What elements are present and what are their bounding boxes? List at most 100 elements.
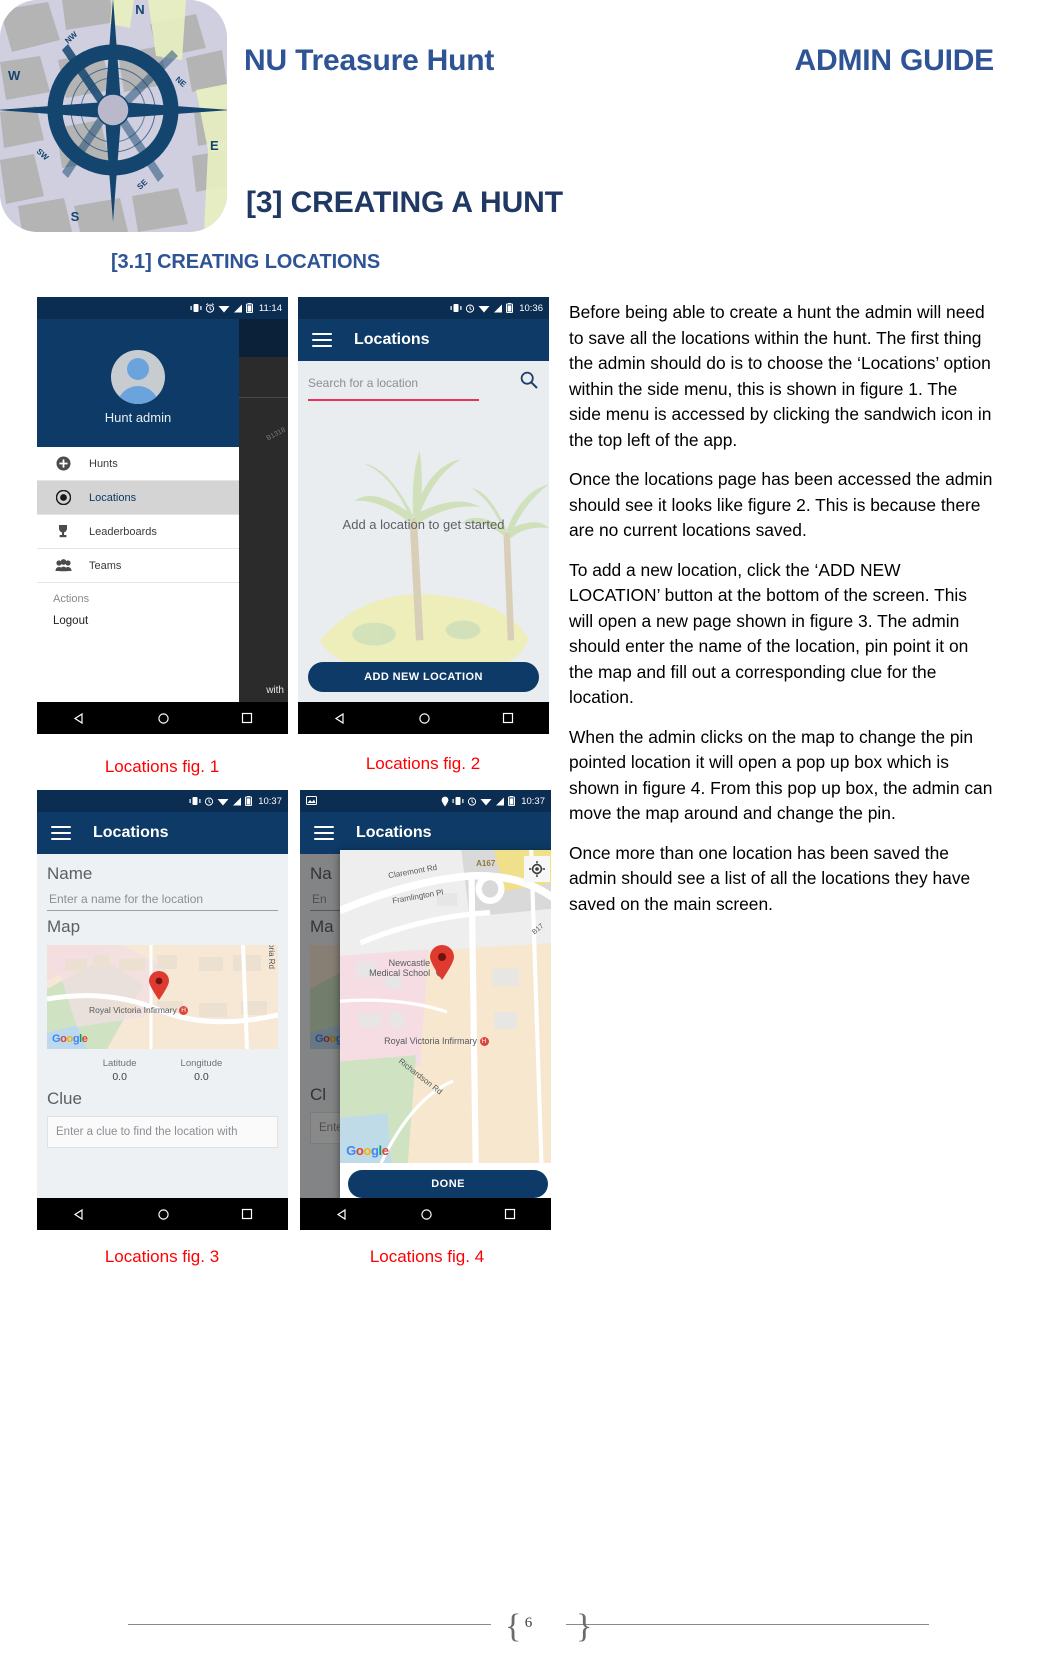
status-clock: 11:14	[258, 302, 282, 314]
figure-2-screenshot: 10:36 Locations Search for a location Ad…	[298, 297, 549, 734]
back-icon[interactable]	[334, 712, 347, 725]
vibrate-icon	[190, 304, 202, 312]
drawer-menu-list: Hunts Locations Leaderboards Teams Actio…	[37, 447, 239, 627]
status-icons	[450, 303, 514, 313]
status-icons	[190, 303, 253, 313]
map-label-a167: A167	[476, 859, 496, 868]
recents-icon[interactable]	[241, 1208, 253, 1220]
hamburger-menu-icon[interactable]	[314, 826, 334, 840]
drawer-user-name: Hunt admin	[104, 409, 172, 425]
page-number: 6	[524, 1615, 533, 1631]
figure-4-screenshot: 10:37 Locations Na En Ma Google	[300, 790, 551, 1230]
sidebar-item-teams[interactable]: Teams	[37, 549, 239, 583]
figure-1-caption: Locations fig. 1	[104, 757, 220, 776]
home-icon[interactable]	[418, 712, 431, 725]
empty-state-message: Add a location to get started	[342, 517, 505, 532]
sidebar-item-label: Hunts	[89, 457, 118, 470]
home-icon[interactable]	[157, 712, 170, 725]
location-pin-icon	[441, 796, 449, 806]
search-row: Search for a location	[298, 361, 549, 401]
latitude-cell: Latitude 0.0	[103, 1058, 137, 1083]
back-icon[interactable]	[73, 712, 86, 725]
status-bar: 10:37	[37, 790, 288, 812]
map-picker-dialog: Claremont Rd A167 Framlington Pl B17 New…	[340, 850, 551, 1206]
sidebar-item-hunts[interactable]: Hunts	[37, 447, 239, 481]
search-input[interactable]: Search for a location	[308, 370, 539, 395]
sidebar-item-label: Locations	[89, 491, 137, 504]
figure-1-screenshot: B1318 with 11:14 Hunt admin Hunts Locati…	[37, 297, 288, 734]
map-thumbnail[interactable]: Royal Victoria Infirmary H Queen Victori…	[47, 945, 278, 1049]
plus-circle-icon	[37, 456, 89, 471]
my-location-icon[interactable]	[524, 856, 551, 882]
name-input[interactable]: Enter a name for the location	[47, 884, 278, 911]
hamburger-menu-icon[interactable]	[312, 333, 332, 347]
google-logo: Google	[52, 1033, 88, 1045]
home-icon[interactable]	[420, 1208, 433, 1221]
alarm-icon	[466, 304, 475, 313]
location-form: Name Enter a name for the location Map R…	[37, 854, 288, 1230]
page-footer: { } 6	[0, 1605, 1057, 1645]
app-bar-title: Locations	[354, 331, 430, 348]
map-pin-icon	[430, 945, 455, 980]
paragraph-4: When the admin clicks on the map to chan…	[569, 726, 993, 824]
battery-icon	[506, 303, 514, 313]
name-field-label: Name	[47, 864, 93, 883]
status-clock: 10:36	[519, 302, 543, 314]
coordinates-row: Latitude 0.0 Longitude 0.0	[47, 1058, 278, 1083]
signal-icon	[233, 797, 242, 805]
sidebar-item-label: Teams	[89, 559, 122, 572]
hospital-icon: H	[179, 1006, 189, 1016]
clue-field-label: Clue	[47, 1089, 82, 1108]
map-field-label: Map	[47, 917, 81, 936]
recents-icon[interactable]	[502, 712, 514, 724]
recents-icon[interactable]	[504, 1208, 516, 1220]
paragraph-2: Once the locations page has been accesse…	[569, 469, 993, 540]
battery-icon	[245, 303, 253, 313]
figure-4-caption: Locations fig. 4	[369, 1247, 485, 1266]
navigation-drawer: Hunt admin Hunts Locations Leaderboards …	[37, 319, 239, 702]
recents-icon[interactable]	[241, 712, 253, 724]
logout-button[interactable]: Logout	[37, 609, 239, 627]
search-placeholder: Search for a location	[308, 375, 419, 390]
status-icons	[189, 796, 253, 806]
svg-text:W: W	[8, 68, 21, 83]
sidebar-item-locations[interactable]: Locations	[37, 481, 239, 515]
latitude-label: Latitude	[102, 1058, 137, 1069]
hamburger-menu-icon[interactable]	[51, 826, 71, 840]
wifi-icon	[217, 798, 229, 805]
svg-text:N: N	[135, 2, 144, 17]
people-icon	[37, 559, 89, 572]
paragraph-3: To add a new location, click the ‘ADD NE…	[569, 559, 969, 708]
figure-1-background-content: B1318 with	[238, 319, 288, 702]
signal-icon	[496, 797, 505, 805]
home-icon[interactable]	[157, 1208, 170, 1221]
body-text-column: Before being able to create a hunt the a…	[569, 300, 993, 931]
status-bar: 10:36	[298, 297, 549, 319]
app-bar: Locations	[300, 812, 551, 854]
vibrate-icon	[189, 797, 201, 805]
search-icon[interactable]	[519, 370, 539, 395]
app-bar-title: Locations	[93, 824, 169, 841]
wifi-icon	[478, 305, 490, 312]
document-subtitle: ADMIN GUIDE	[794, 44, 995, 77]
android-nav-bar	[298, 702, 549, 734]
screenshot-icon	[306, 796, 317, 805]
back-icon[interactable]	[336, 1208, 349, 1221]
back-icon[interactable]	[73, 1208, 86, 1221]
background-text: with	[266, 685, 284, 696]
sidebar-item-leaderboards[interactable]: Leaderboards	[37, 515, 239, 549]
alarm-icon	[205, 303, 215, 313]
hospital-icon: H	[479, 1037, 489, 1047]
clue-input[interactable]: Enter a clue to find the location with	[47, 1116, 278, 1148]
svg-text:E: E	[210, 138, 219, 153]
alarm-icon	[205, 797, 214, 806]
map-pin-icon	[149, 971, 169, 1000]
android-nav-bar	[300, 1198, 551, 1230]
signal-icon	[494, 304, 503, 312]
add-new-location-button[interactable]: ADD NEW LOCATION	[308, 662, 539, 692]
sidebar-item-label: Leaderboards	[89, 525, 157, 538]
done-button[interactable]: DONE	[348, 1170, 549, 1198]
dialog-map[interactable]: Claremont Rd A167 Framlington Pl B17 New…	[340, 850, 551, 1163]
longitude-cell: Longitude 0.0	[181, 1058, 223, 1083]
target-icon	[37, 490, 89, 505]
